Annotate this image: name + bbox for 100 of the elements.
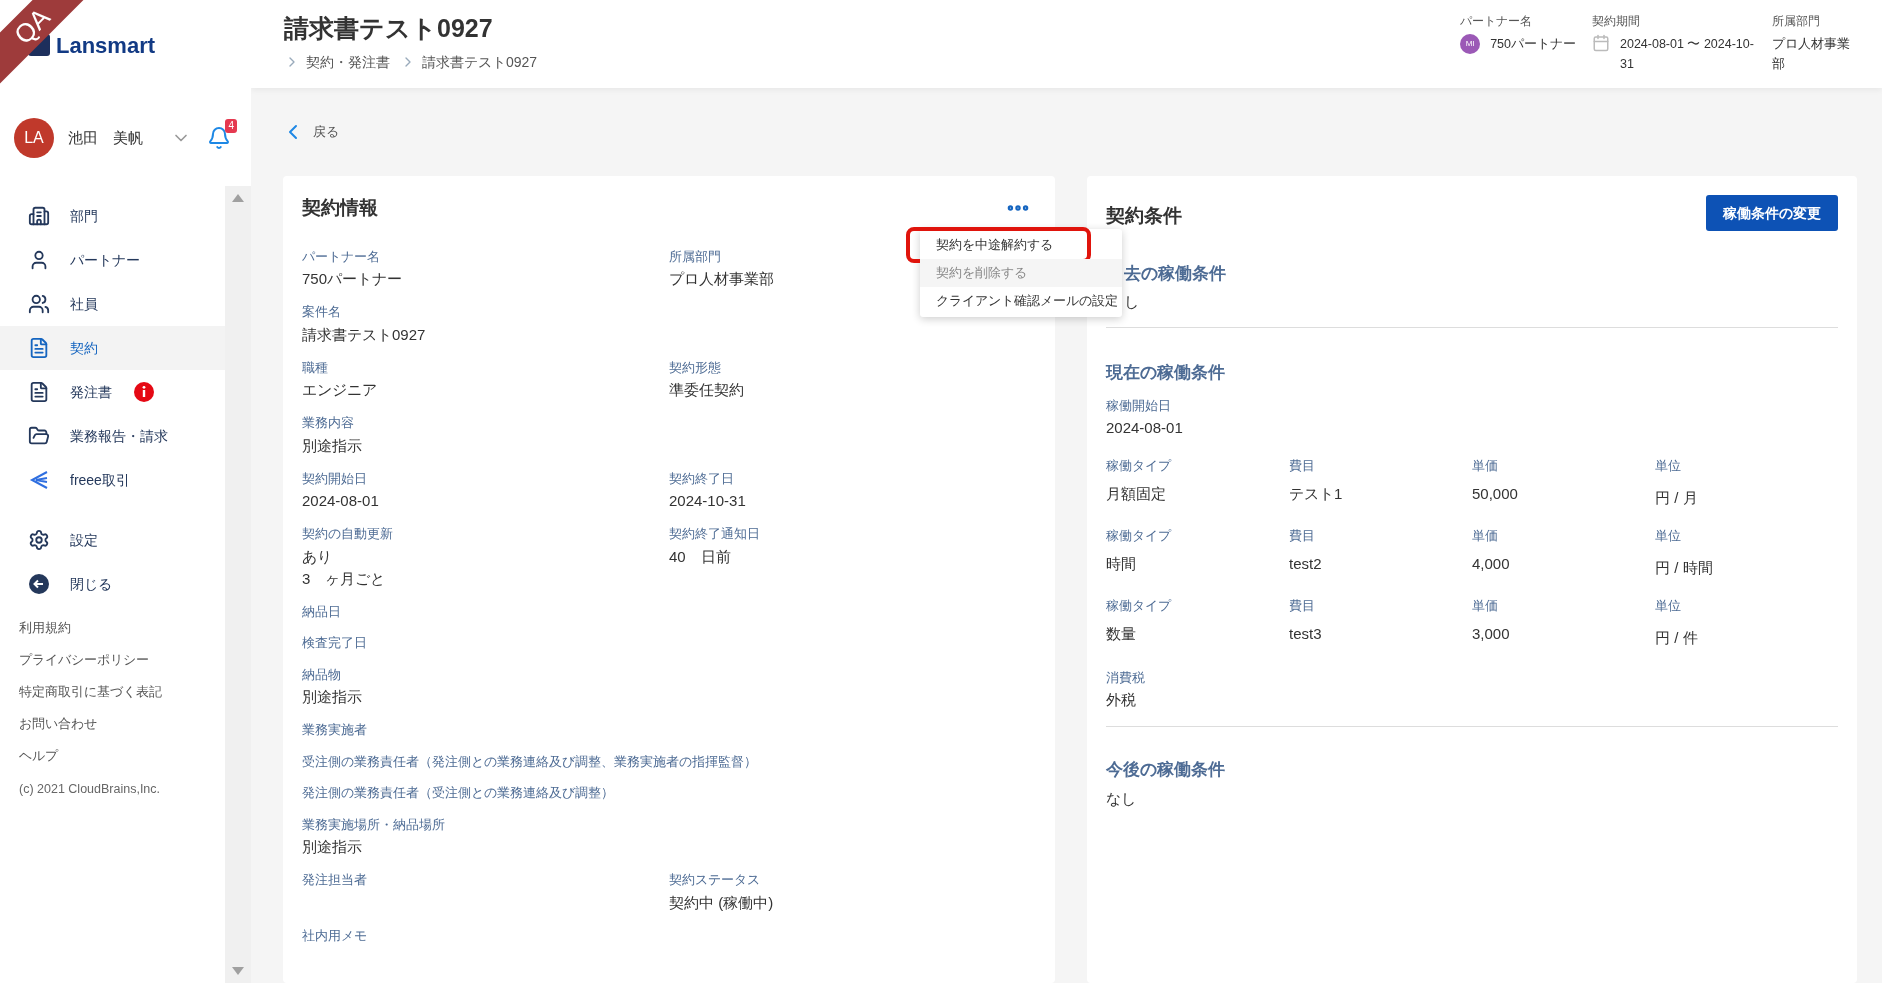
- footer-link[interactable]: プライバシーポリシー: [19, 644, 225, 676]
- section-heading: 去の稼働条件: [1124, 263, 1227, 285]
- breadcrumb-link[interactable]: 契約・発注書: [306, 51, 390, 73]
- sidebar-item[interactable]: freee取引: [0, 458, 225, 502]
- field-value: 2024-08-01: [1106, 418, 1184, 438]
- user-name: 池田 美帆: [68, 127, 143, 148]
- column-label: 稼働タイプ: [1106, 526, 1171, 545]
- meta-label: パートナー名: [1460, 13, 1534, 30]
- back-link[interactable]: 戻る: [313, 122, 339, 142]
- field-label: 契約ステータス: [669, 871, 760, 889]
- field-label: 契約の自動更新: [302, 525, 393, 543]
- table-cell-text: 4,000: [1472, 554, 1510, 574]
- table-cell-text: 50,000: [1472, 484, 1518, 504]
- table-cell-text: 月額固定: [1106, 484, 1166, 504]
- table-cell-text: 数量: [1106, 624, 1136, 644]
- field-value: 2024-08-01: [302, 491, 379, 511]
- menu-item[interactable]: クライアント確認メールの設定: [920, 287, 1122, 315]
- footer-link[interactable]: お問い合わせ: [19, 708, 225, 740]
- field-value: 外税: [1106, 690, 1137, 710]
- field-label: 社内用メモ: [302, 926, 367, 945]
- table-cell-text: test3: [1289, 624, 1322, 644]
- field-label: 納品日: [302, 602, 341, 621]
- sidebar-item[interactable]: パートナー: [0, 238, 225, 282]
- footer-link[interactable]: ヘルプ: [19, 740, 225, 772]
- sidebar-item[interactable]: 契約: [0, 326, 225, 370]
- table-cell-text: テスト1: [1289, 484, 1343, 504]
- field-label: 検査完了日: [302, 634, 367, 652]
- column-label: 単価: [1472, 456, 1498, 475]
- column-label: 費目: [1289, 456, 1315, 475]
- sidebar-item[interactable]: 発注書: [0, 370, 225, 414]
- section-value: し: [1124, 291, 1140, 312]
- sidebar-item[interactable]: 部門: [0, 194, 225, 238]
- column-label: 単位: [1655, 456, 1681, 475]
- field-label: 業務実施者: [302, 721, 367, 739]
- sidebar-item[interactable]: 閉じる: [0, 562, 225, 606]
- field-value: 3 ヶ月ごと: [302, 568, 386, 589]
- scroll-down-icon[interactable]: [232, 967, 244, 975]
- change-conditions-button[interactable]: 稼働条件の変更: [1706, 195, 1838, 231]
- scrollbar[interactable]: [225, 186, 251, 983]
- meta-value: プロ人材事業部: [1772, 36, 1851, 73]
- page-title: 請求書テスト0927: [284, 13, 494, 44]
- field-value: エンジニア: [302, 380, 377, 400]
- back-circle-icon: [28, 573, 50, 595]
- avatar: LA: [14, 118, 54, 158]
- document-icon: [28, 337, 50, 359]
- field-value: 準委任契約: [669, 380, 744, 400]
- logo: Lansmart: [56, 31, 156, 60]
- field-value: 請求書テスト0927: [302, 324, 426, 345]
- footer-link[interactable]: 利用規約: [19, 612, 225, 644]
- field-label: 契約開始日: [302, 469, 367, 488]
- field-label: 契約終了通知日: [669, 525, 760, 543]
- field-value: 40 日前: [669, 546, 731, 567]
- copyright-text: (c) 2021 CloudBrains,Inc.: [19, 780, 162, 798]
- field-value: プロ人材事業部: [669, 269, 774, 289]
- field-value: 別途指示: [302, 687, 362, 707]
- field-label: 納品物: [302, 665, 341, 684]
- breadcrumb-link[interactable]: 請求書テスト0927: [422, 51, 538, 73]
- column-label: 費目: [1289, 526, 1315, 545]
- table-cell-text: 円 / 時間: [1655, 558, 1713, 578]
- field-value: あり: [302, 546, 332, 567]
- section-heading: 今後の稼働条件: [1106, 758, 1226, 781]
- table-cell-text: 円 / 月: [1655, 488, 1698, 508]
- field-label: 所属部門: [669, 247, 721, 266]
- meta-value: 750パートナー: [1490, 36, 1576, 53]
- scroll-up-icon[interactable]: [232, 194, 244, 202]
- field-label: 業務実施場所・納品場所: [302, 815, 445, 834]
- settings-icon: [28, 529, 50, 551]
- field-label: 稼働開始日: [1106, 396, 1172, 415]
- meta-value: 2024-08-01 〜 2024-10-31: [1620, 36, 1755, 73]
- field-value: 別途指示: [302, 837, 362, 857]
- field-label: 消費税: [1106, 668, 1146, 687]
- table-cell-text: 円 / 件: [1655, 628, 1698, 648]
- sidebar-item[interactable]: 社員: [0, 282, 225, 326]
- column-label: 単位: [1655, 526, 1681, 545]
- document-icon: [28, 381, 50, 403]
- meta-label: 契約期間: [1592, 13, 1641, 30]
- building-icon: [28, 205, 50, 227]
- meta-label: 所属部門: [1772, 13, 1821, 30]
- table-cell-text: 時間: [1106, 554, 1136, 574]
- field-value: 別途指示: [302, 435, 362, 456]
- field-label: 業務内容: [302, 414, 354, 432]
- sidebar-item[interactable]: 設定: [0, 518, 225, 562]
- card-title: 契約条件: [1106, 203, 1182, 228]
- field-label: 職種: [302, 358, 328, 377]
- sidebar-item[interactable]: 業務報告・請求: [0, 414, 225, 458]
- field-label: 発注側の業務責任者（受注側との業務連絡及び調整）: [302, 784, 614, 802]
- folder-icon: [28, 425, 50, 447]
- field-label: 契約形態: [669, 358, 721, 377]
- field-value: 750パートナー: [302, 269, 403, 289]
- section-value: なし: [1106, 789, 1137, 809]
- field-label: 発注担当者: [302, 871, 367, 889]
- arrow-lines-icon: [28, 469, 50, 491]
- field-label: 案件名: [302, 303, 341, 321]
- field-value: 契約中 (稼働中): [669, 892, 774, 913]
- table-cell-text: 3,000: [1472, 624, 1510, 644]
- column-label: 稼働タイプ: [1106, 456, 1171, 475]
- column-label: 単位: [1655, 596, 1681, 615]
- notification-count: 4: [225, 119, 237, 133]
- footer-link[interactable]: 特定商取引に基づく表記: [19, 676, 225, 708]
- field-label: 受注側の業務責任者（発注側との業務連絡及び調整、業務実施者の指揮監督）: [302, 752, 757, 771]
